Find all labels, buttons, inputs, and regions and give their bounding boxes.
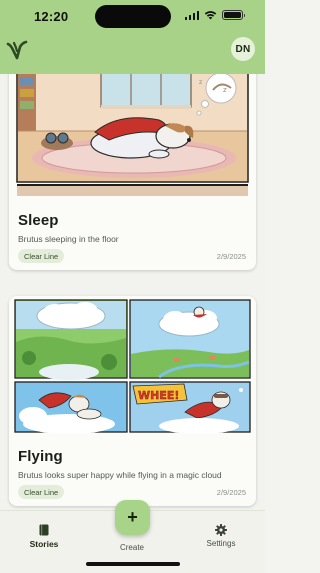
story-description: Brutus looks super happy while flying in… — [18, 470, 222, 480]
app-logo-icon[interactable] — [6, 39, 28, 61]
story-card-flying[interactable]: WHEE! Flying Brutus looks super happy wh… — [9, 296, 256, 506]
app-bar: DN — [0, 32, 265, 74]
signal-icon — [184, 10, 199, 20]
status-time: 12:20 — [34, 9, 69, 24]
comic-sound-effect: WHEE! — [138, 389, 179, 402]
wifi-icon — [204, 11, 217, 20]
header: 12:20 DN — [0, 0, 265, 74]
style-chip: Clear Line — [18, 249, 65, 263]
book-icon — [39, 524, 49, 536]
plus-icon: + — [127, 507, 138, 527]
stories-list[interactable]: z z Sleep Brutus sleeping in the floor C… — [0, 74, 265, 510]
svg-text:z: z — [223, 86, 227, 94]
status-bar: 12:20 — [0, 0, 265, 32]
battery-icon — [222, 10, 245, 20]
story-title: Flying — [18, 448, 63, 465]
app-screen: 12:20 DN z z Sleep Brutus sleeping in th… — [0, 0, 265, 573]
story-date: 2/9/2025 — [216, 252, 246, 261]
tab-stories-label: Stories — [29, 539, 59, 549]
story-card-sleep[interactable]: z z Sleep Brutus sleeping in the floor C… — [9, 74, 256, 270]
tab-settings-label: Settings — [206, 539, 236, 548]
home-indicator — [86, 562, 180, 566]
create-story-button[interactable]: + — [115, 500, 150, 535]
story-description: Brutus sleeping in the floor — [18, 234, 119, 244]
user-avatar[interactable]: DN — [231, 37, 255, 61]
tab-create-label: Create — [119, 543, 144, 552]
dynamic-island — [95, 5, 171, 28]
gear-icon — [215, 524, 227, 536]
tab-stories[interactable]: Stories — [4, 511, 84, 561]
story-cover-image[interactable]: z z — [9, 74, 256, 196]
story-title: Sleep — [18, 212, 59, 229]
status-icons — [184, 10, 245, 20]
story-date: 2/9/2025 — [216, 488, 246, 497]
svg-text:z: z — [199, 79, 202, 86]
story-cover-image[interactable]: WHEE! — [9, 296, 256, 434]
style-chip: Clear Line — [18, 485, 65, 499]
tab-settings[interactable]: Settings — [181, 511, 261, 561]
